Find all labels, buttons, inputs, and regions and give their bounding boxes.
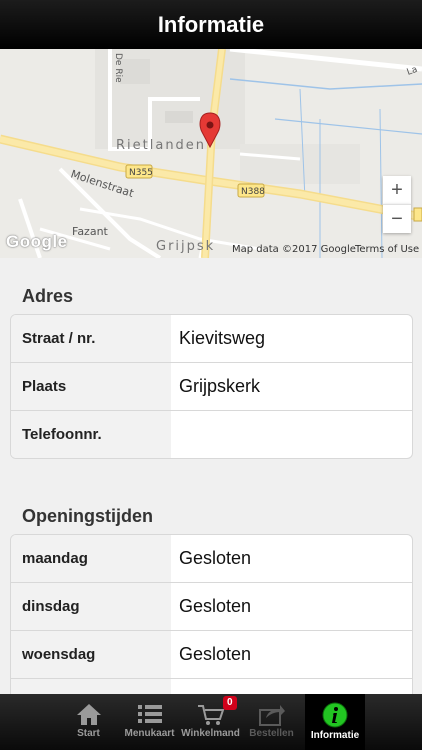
tab-informatie[interactable]: Informatie: [305, 694, 365, 750]
row-value[interactable]: [171, 411, 412, 458]
page-title: Informatie: [157, 12, 265, 37]
address-row-city: Plaats Grijpskerk: [11, 363, 412, 411]
zoom-out-button[interactable]: −: [383, 204, 411, 233]
row-label: dinsdag: [11, 583, 171, 630]
map-label-n355: N355: [129, 168, 153, 178]
row-value: Gesloten: [179, 596, 252, 616]
row-value: Kievitsweg: [179, 328, 266, 348]
tab-bar: Start Menukaart 0 Winkelmand Bestellen I…: [0, 694, 422, 750]
tab-label: Bestellen: [249, 728, 294, 739]
share-icon: [258, 705, 285, 726]
info-icon: [322, 702, 348, 728]
address-row-phone[interactable]: Telefoonnr.: [11, 411, 412, 458]
tab-start[interactable]: Start: [58, 694, 119, 750]
map-label-de-rie: De Rie: [113, 53, 123, 83]
address-card: Straat / nr. Kievitsweg Plaats Grijpsker…: [10, 314, 413, 459]
tab-label: Menukaart: [124, 728, 175, 739]
row-label: maandag: [11, 535, 171, 582]
address-section-title: Adres: [22, 286, 74, 306]
map-label-n388: N388: [241, 187, 265, 197]
map-attribution: Map data ©2017 Google: [232, 244, 356, 255]
row-label: Telefoonnr.: [11, 411, 171, 458]
hours-row-wednesday: woensdag Gesloten: [11, 631, 412, 679]
cart-count-badge: 0: [223, 696, 237, 710]
map-canvas: Rietlanden Grijpsk Molenstraat Fazant De…: [0, 49, 422, 258]
hours-row-tuesday: dinsdag Gesloten: [11, 583, 412, 631]
row-label: Plaats: [11, 363, 171, 410]
row-label: woensdag: [11, 631, 171, 678]
tab-label: Start: [77, 728, 100, 739]
tab-bestellen[interactable]: Bestellen: [241, 694, 302, 750]
map-label-rietlanden: Rietlanden: [116, 138, 206, 153]
tab-winkelmand[interactable]: 0 Winkelmand: [180, 694, 241, 750]
cart-icon: [197, 705, 224, 725]
map-label-grijpskerk: Grijpsk: [156, 239, 215, 254]
google-logo: Google: [6, 232, 68, 251]
map-label-fazant: Fazant: [72, 225, 109, 238]
home-icon: [76, 704, 101, 725]
tab-menukaart[interactable]: Menukaart: [119, 694, 180, 750]
terms-of-use-link[interactable]: Terms of Use: [355, 244, 419, 255]
row-value: Grijpskerk: [179, 376, 261, 396]
row-value: Gesloten: [179, 548, 252, 568]
map-view[interactable]: Rietlanden Grijpsk Molenstraat Fazant De…: [0, 49, 422, 258]
hours-row-monday: maandag Gesloten: [11, 535, 412, 583]
list-icon: [137, 705, 162, 723]
address-row-street: Straat / nr. Kievitsweg: [11, 315, 412, 363]
hours-section-title: Openingstijden: [22, 506, 154, 526]
row-value: Gesloten: [179, 644, 252, 664]
header-bar: Informatie: [0, 0, 422, 49]
zoom-in-button[interactable]: +: [383, 176, 411, 204]
row-label: Straat / nr.: [11, 315, 171, 362]
tab-label: Informatie: [310, 730, 360, 741]
tab-label: Winkelmand: [181, 728, 240, 739]
